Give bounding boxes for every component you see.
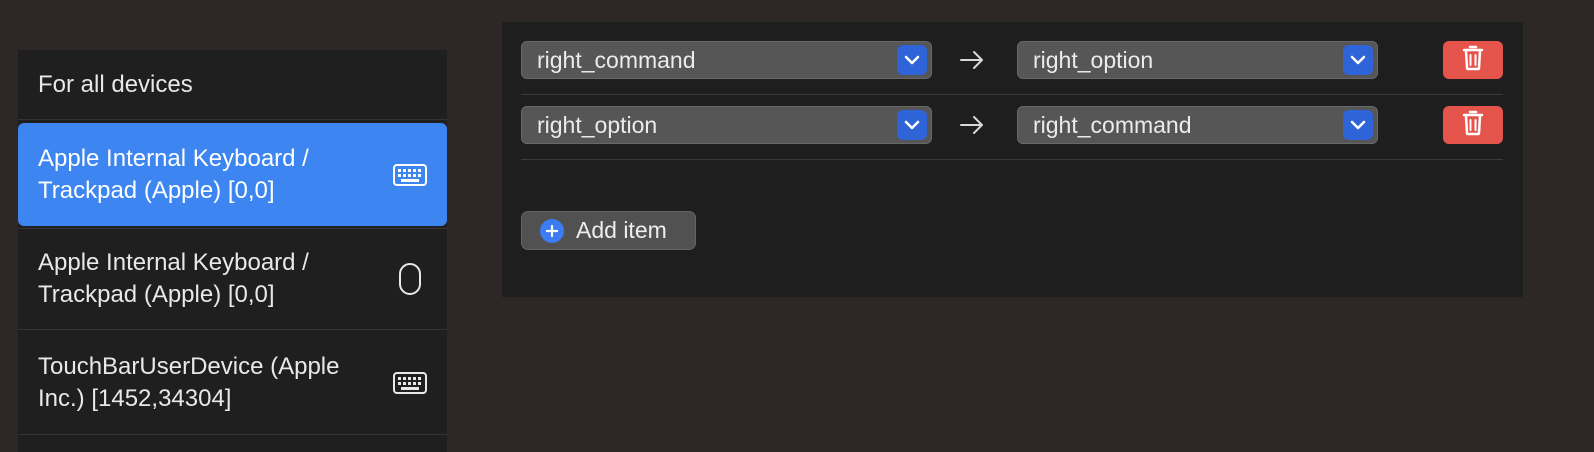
chevron-down-icon[interactable] — [897, 45, 927, 75]
add-item-button[interactable]: Add item — [521, 211, 696, 250]
sidebar-item-label: Apple Internal Keyboard / Trackpad (Appl… — [38, 144, 309, 204]
from-key-select[interactable]: right_option — [521, 106, 932, 144]
plus-icon — [540, 218, 564, 243]
sidebar-item-label: Apple Internal Keyboard / Trackpad (Appl… — [38, 249, 309, 308]
sidebar-item-label: For all devices — [38, 70, 193, 98]
keyboard-icon — [393, 163, 427, 186]
sidebar-item-touchbar-device[interactable]: TouchBarUserDevice (Apple Inc.) [1452,34… — [18, 332, 447, 435]
delete-button[interactable] — [1443, 41, 1503, 79]
mapping-row: right_option right_command — [521, 95, 1503, 160]
to-key-value: right_option — [1033, 46, 1154, 73]
to-key-select[interactable]: right_option — [1017, 41, 1378, 79]
sidebar-item-label: TouchBarUserDevice (Apple Inc.) [1452,34… — [38, 353, 340, 412]
device-list: For all devices Apple Internal Keyboard … — [18, 50, 447, 452]
keyboard-icon — [393, 372, 427, 394]
arrow-right-icon — [957, 44, 987, 76]
chevron-down-icon[interactable] — [897, 110, 927, 140]
sidebar-item-all-devices[interactable]: For all devices — [18, 50, 447, 120]
sidebar-item-apple-internal-keyboard[interactable]: Apple Internal Keyboard / Trackpad (Appl… — [18, 123, 447, 226]
to-key-select[interactable]: right_command — [1017, 106, 1378, 144]
trash-icon — [1462, 110, 1484, 141]
from-key-value: right_command — [537, 46, 696, 73]
trash-icon — [1462, 45, 1484, 76]
delete-button[interactable] — [1443, 106, 1503, 144]
add-item-label: Add item — [576, 217, 667, 243]
to-key-value: right_command — [1033, 111, 1192, 138]
from-key-select[interactable]: right_command — [521, 41, 932, 79]
from-key-value: right_option — [537, 111, 658, 138]
arrow-right-icon — [957, 109, 987, 141]
mapping-row: right_command right_option — [521, 30, 1503, 95]
simple-modifications-panel: right_command right_option right_option … — [502, 22, 1523, 297]
chevron-down-icon[interactable] — [1343, 110, 1373, 140]
window: For all devices Apple Internal Keyboard … — [0, 0, 1594, 452]
mouse-icon — [393, 262, 427, 296]
chevron-down-icon[interactable] — [1343, 45, 1373, 75]
sidebar-item-apple-internal-trackpad[interactable]: Apple Internal Keyboard / Trackpad (Appl… — [18, 228, 447, 330]
